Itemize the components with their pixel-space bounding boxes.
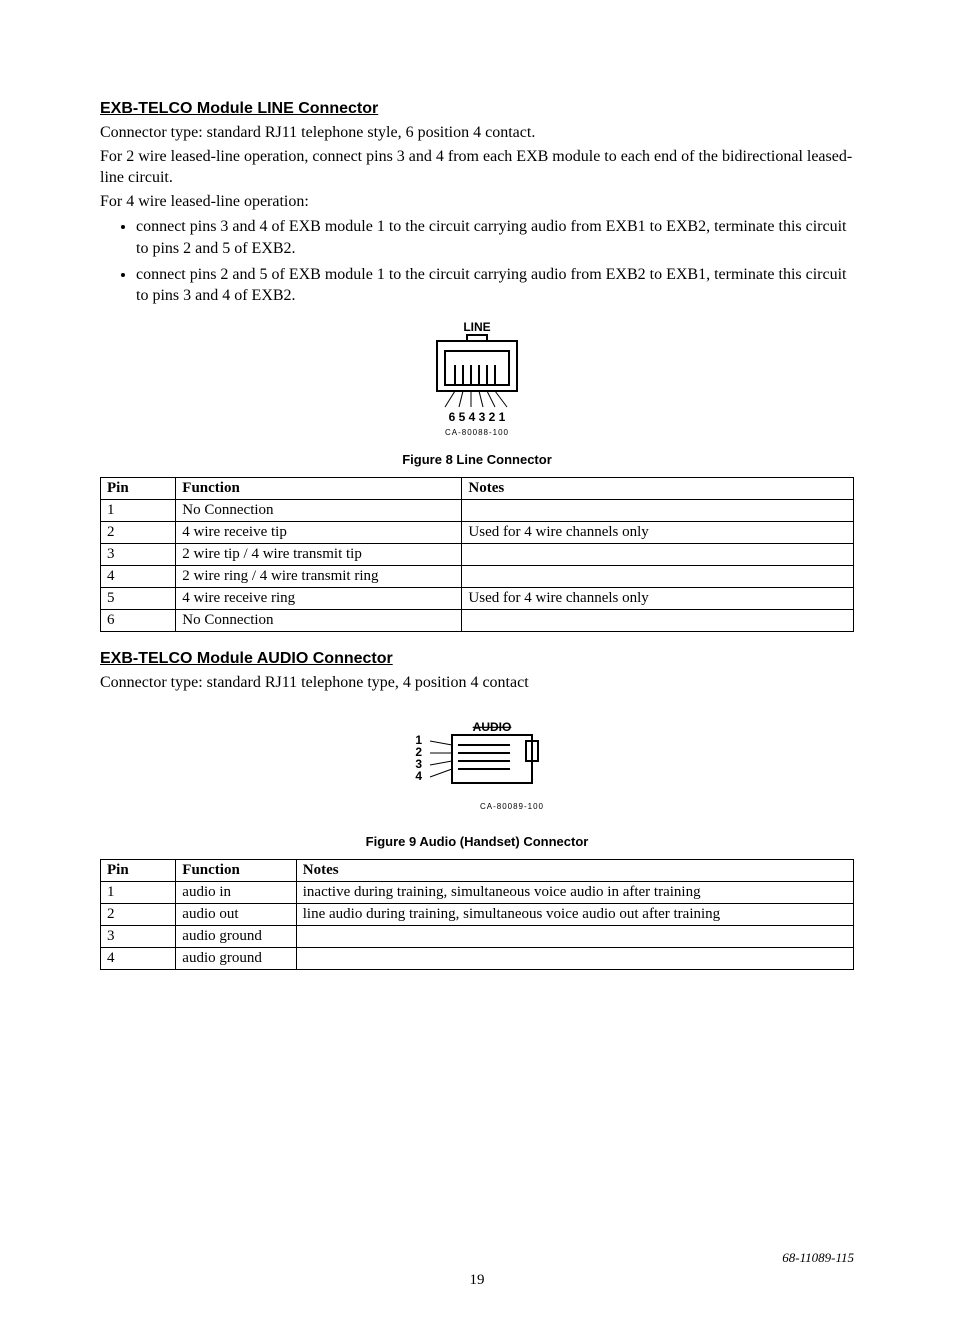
table-row: 6No Connection bbox=[101, 609, 854, 631]
th-notes: Notes bbox=[462, 477, 854, 499]
table-row: 24 wire receive tipUsed for 4 wire chann… bbox=[101, 521, 854, 543]
figure9-diagram: AUDIO 1 2 3 4 CA-80089-100 bbox=[100, 721, 854, 826]
section1-p1: Connector type: standard RJ11 telephone … bbox=[100, 122, 854, 144]
table-row: 54 wire receive ringUsed for 4 wire chan… bbox=[101, 587, 854, 609]
figure8-diagram: LINE 6 5 4 3 2 1 CA-80088-100 bbox=[100, 319, 854, 444]
part-number: CA-80089-100 bbox=[480, 802, 544, 811]
section1-heading: EXB-TELCO Module LINE Connector bbox=[100, 100, 854, 118]
th-notes: Notes bbox=[296, 860, 853, 882]
section1-bullets: connect pins 3 and 4 of EXB module 1 to … bbox=[100, 216, 854, 306]
line-connector-table: Pin Function Notes 1No Connection 24 wir… bbox=[100, 477, 854, 632]
doc-number: 68-11089-115 bbox=[100, 1250, 854, 1266]
table-row: 32 wire tip / 4 wire transmit tip bbox=[101, 543, 854, 565]
bullet-item: connect pins 3 and 4 of EXB module 1 to … bbox=[136, 216, 854, 259]
pin-numbers: 6 5 4 3 2 1 bbox=[449, 410, 506, 424]
section1-p2: For 2 wire leased-line operation, connec… bbox=[100, 146, 854, 189]
table-row: 42 wire ring / 4 wire transmit ring bbox=[101, 565, 854, 587]
figure9-caption: Figure 9 Audio (Handset) Connector bbox=[100, 834, 854, 849]
table-row: 1audio ininactive during training, simul… bbox=[101, 882, 854, 904]
section2-p1: Connector type: standard RJ11 telephone … bbox=[100, 672, 854, 694]
figure8-caption: Figure 8 Line Connector bbox=[100, 452, 854, 467]
audio-label: AUDIO bbox=[473, 721, 512, 734]
table-row: 4audio ground bbox=[101, 948, 854, 970]
bullet-item: connect pins 2 and 5 of EXB module 1 to … bbox=[136, 264, 854, 307]
part-number: CA-80088-100 bbox=[445, 428, 509, 437]
pin-num: 4 bbox=[415, 769, 422, 783]
table-row: 3audio ground bbox=[101, 926, 854, 948]
th-pin: Pin bbox=[101, 860, 176, 882]
table-row: 1No Connection bbox=[101, 499, 854, 521]
th-pin: Pin bbox=[101, 477, 176, 499]
table-row: 2audio outline audio during training, si… bbox=[101, 904, 854, 926]
page-number: 19 bbox=[100, 1272, 854, 1289]
th-func: Function bbox=[176, 860, 296, 882]
audio-connector-table: Pin Function Notes 1audio ininactive dur… bbox=[100, 859, 854, 970]
section2-heading: EXB-TELCO Module AUDIO Connector bbox=[100, 650, 854, 668]
section1-p3: For 4 wire leased-line operation: bbox=[100, 191, 854, 213]
line-label: LINE bbox=[463, 320, 490, 334]
th-func: Function bbox=[176, 477, 462, 499]
